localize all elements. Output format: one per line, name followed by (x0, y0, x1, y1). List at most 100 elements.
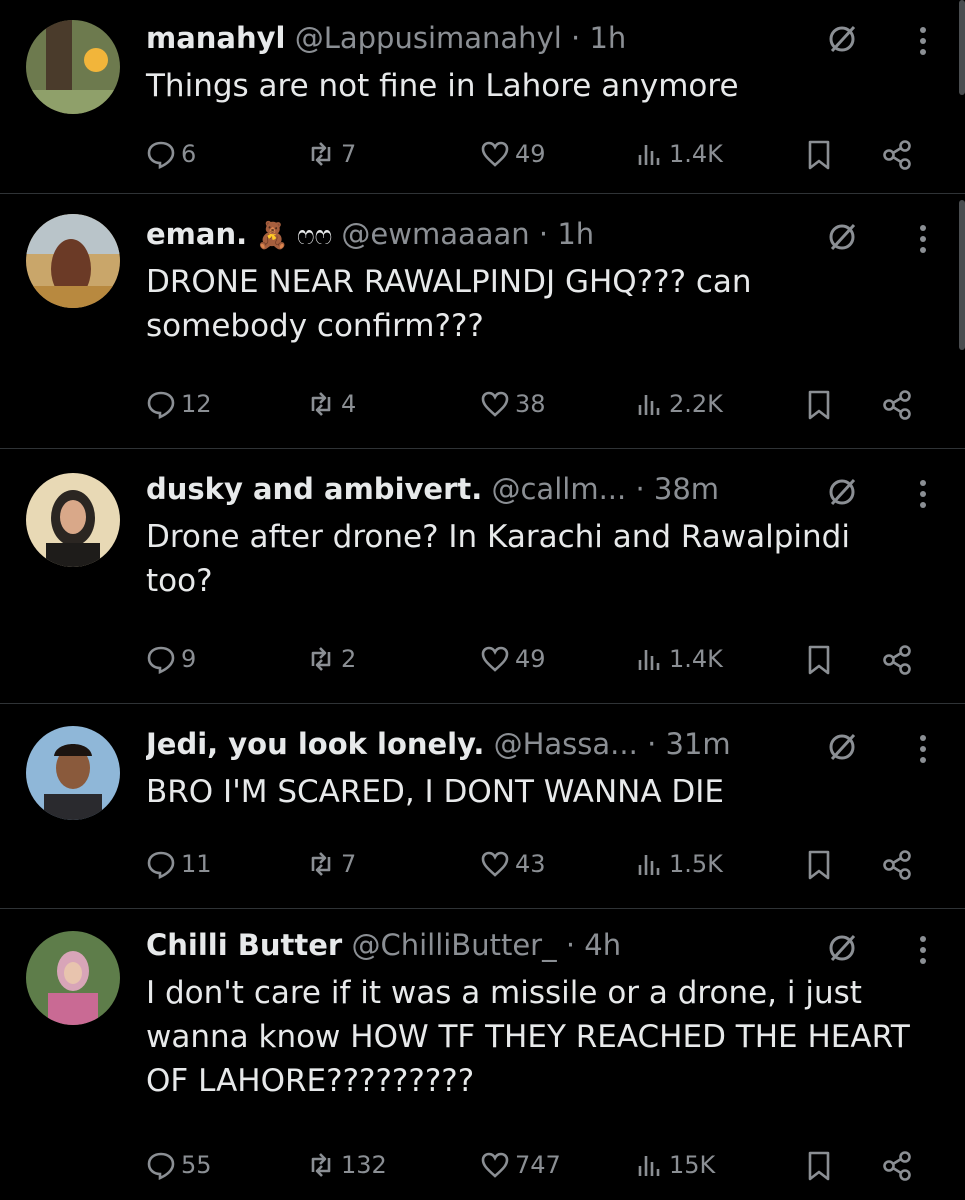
like-count: 38 (515, 390, 546, 418)
like-count: 49 (515, 140, 546, 168)
display-name[interactable]: eman. (146, 217, 247, 251)
views-button[interactable]: 1.4K (634, 134, 723, 174)
view-count: 1.4K (669, 645, 723, 673)
display-name[interactable]: Jedi, you look lonely. (146, 727, 484, 761)
post[interactable]: manahyl @Lappusimanahyl · 1h Things are … (0, 0, 965, 194)
repost-count: 132 (341, 1151, 387, 1179)
post-time[interactable]: 38m (654, 472, 719, 506)
like-count: 43 (515, 850, 546, 878)
display-name[interactable]: Chilli Butter (146, 928, 342, 962)
display-name[interactable]: manahyl (146, 21, 286, 55)
like-button[interactable]: 38 (480, 384, 546, 424)
separator-dot: · (565, 928, 576, 962)
repost-button[interactable]: 7 (306, 134, 356, 174)
reply-icon (147, 646, 175, 674)
share-icon[interactable] (880, 138, 914, 172)
reply-button[interactable]: 6 (146, 134, 196, 174)
heart-icon (481, 646, 509, 672)
like-button[interactable]: 49 (480, 639, 546, 679)
more-icon[interactable] (917, 477, 929, 511)
grok-icon[interactable] (825, 931, 859, 965)
post-time[interactable]: 31m (666, 727, 731, 761)
more-icon[interactable] (917, 933, 929, 967)
reply-icon (147, 391, 175, 419)
post-time[interactable]: 1h (589, 21, 626, 55)
user-handle[interactable]: @ewmaaaan (341, 217, 529, 251)
views-icon (638, 855, 660, 875)
repost-button[interactable]: 2 (306, 639, 356, 679)
bookmark-icon[interactable] (802, 643, 836, 677)
separator-dot: · (647, 727, 657, 761)
user-handle[interactable]: @Hassa... (494, 727, 638, 761)
display-name[interactable]: dusky and ambivert. (146, 472, 482, 506)
reply-count: 11 (181, 850, 212, 878)
user-handle[interactable]: @callm... (491, 472, 626, 506)
more-icon[interactable] (917, 222, 929, 256)
like-count: 49 (515, 645, 546, 673)
user-handle[interactable]: @Lappusimanahyl (295, 21, 562, 55)
views-icon (638, 395, 660, 415)
reply-button[interactable]: 55 (146, 1145, 212, 1185)
repost-button[interactable]: 7 (306, 844, 356, 884)
reply-button[interactable]: 9 (146, 639, 196, 679)
scrollbar-top[interactable] (959, 0, 965, 95)
bookmark-icon[interactable] (802, 1149, 836, 1183)
repost-count: 7 (341, 140, 357, 168)
repost-button[interactable]: 132 (306, 1145, 387, 1185)
share-icon[interactable] (880, 388, 914, 422)
repost-button[interactable]: 4 (306, 384, 356, 424)
post-text: Drone after drone? In Karachi and Rawalp… (146, 519, 850, 599)
more-icon[interactable] (917, 24, 929, 58)
like-button[interactable]: 43 (480, 844, 546, 884)
grok-icon[interactable] (825, 22, 859, 56)
bookmark-icon[interactable] (802, 138, 836, 172)
scrollbar[interactable] (959, 200, 965, 350)
avatar[interactable] (26, 931, 120, 1025)
view-count: 1.4K (669, 140, 723, 168)
reply-button[interactable]: 11 (146, 844, 212, 884)
views-button[interactable]: 1.4K (634, 639, 723, 679)
separator-dot: · (538, 217, 549, 251)
post[interactable]: eman. 🧸 ෆෆ @ewmaaaan · 1h DRONE NEAR RAW… (0, 194, 965, 449)
share-icon[interactable] (880, 1149, 914, 1183)
grok-icon[interactable] (825, 475, 859, 509)
action-bar: 6 7 49 1.4K (146, 134, 926, 174)
bookmark-icon[interactable] (802, 848, 836, 882)
like-button[interactable]: 49 (480, 134, 546, 174)
separator-dot: · (635, 472, 645, 506)
reply-icon (147, 141, 175, 169)
views-button[interactable]: 15K (634, 1145, 715, 1185)
reply-count: 12 (181, 390, 212, 418)
avatar-image (26, 214, 120, 308)
reply-count: 55 (181, 1151, 212, 1179)
avatar[interactable] (26, 473, 120, 567)
like-button[interactable]: 747 (480, 1145, 561, 1185)
repost-icon (311, 1153, 331, 1177)
avatar[interactable] (26, 726, 120, 820)
post[interactable]: Jedi, you look lonely. @Hassa... · 31m B… (0, 704, 965, 909)
reply-button[interactable]: 12 (146, 384, 212, 424)
more-icon[interactable] (917, 732, 929, 766)
user-handle[interactable]: @ChilliButter_ (351, 928, 556, 962)
action-bar: 9 2 49 1.4K (146, 639, 926, 679)
avatar[interactable] (26, 20, 120, 114)
grok-icon[interactable] (825, 730, 859, 764)
post-text: DRONE NEAR RAWALPINDJ GHQ??? can somebod… (146, 264, 752, 344)
repost-icon (311, 647, 331, 671)
repost-icon (311, 852, 331, 876)
avatar[interactable] (26, 214, 120, 308)
share-icon[interactable] (880, 848, 914, 882)
views-button[interactable]: 2.2K (634, 384, 723, 424)
post-time[interactable]: 1h (557, 217, 594, 251)
share-icon[interactable] (880, 643, 914, 677)
bookmark-icon[interactable] (802, 388, 836, 422)
post[interactable]: Chilli Butter @ChilliButter_ · 4h I don'… (0, 909, 965, 1200)
heart-icon (481, 141, 509, 167)
heart-icon (481, 851, 509, 877)
post[interactable]: dusky and ambivert. @callm... · 38m Dron… (0, 449, 965, 704)
views-icon (638, 1156, 660, 1176)
post-time[interactable]: 4h (584, 928, 621, 962)
grok-icon[interactable] (825, 220, 859, 254)
repost-icon (311, 392, 331, 416)
views-button[interactable]: 1.5K (634, 844, 723, 884)
